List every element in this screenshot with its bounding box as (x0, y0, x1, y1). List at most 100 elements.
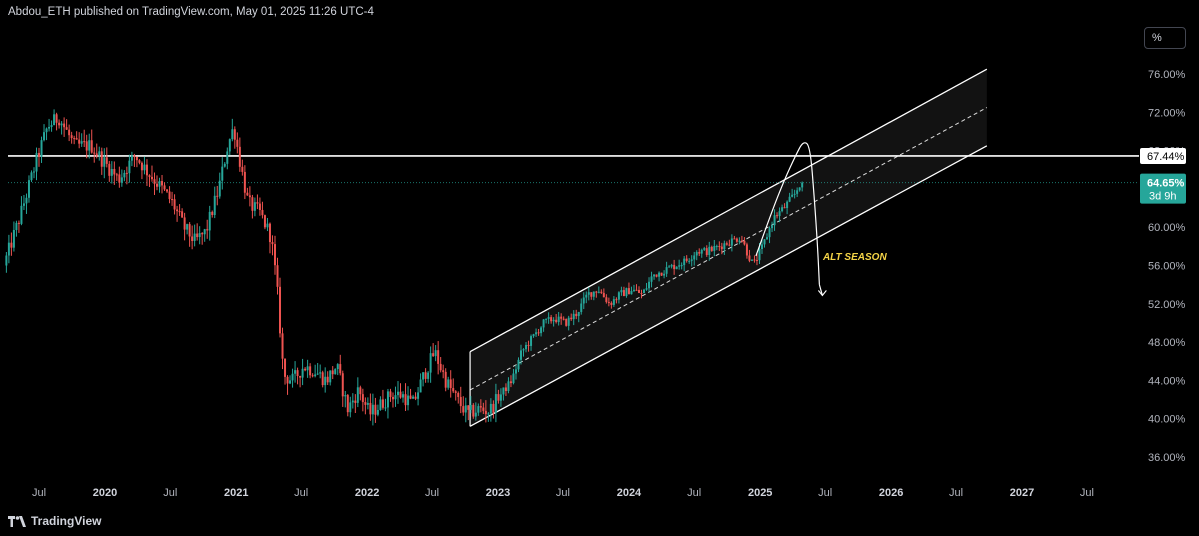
candle-body (48, 126, 51, 129)
candle-body (640, 292, 643, 294)
candle-body (30, 172, 33, 181)
candle-body (482, 407, 485, 411)
candle-body (366, 402, 369, 405)
annotation-text[interactable]: ALT SEASON (822, 252, 887, 263)
candle-body (655, 274, 658, 277)
candle-body (725, 243, 728, 245)
candle-body (346, 395, 349, 413)
candle-body (35, 152, 38, 172)
candle-body (93, 152, 96, 154)
candle-body (743, 240, 746, 245)
price-axis[interactable]: 76.00%72.00%68.00%64.00%60.00%56.00%52.0… (1148, 69, 1186, 464)
chart-canvas[interactable]: ALT SEASON 76.00%72.00%68.00%64.00%60.00… (0, 0, 1199, 536)
candle-body (379, 399, 382, 410)
channel-upper-line[interactable] (469, 68, 988, 353)
candle-body (73, 138, 76, 140)
candle-body (776, 215, 779, 217)
candle-body (191, 236, 194, 241)
candle-body (745, 244, 748, 256)
candle-body (120, 177, 123, 183)
candle-body (740, 240, 743, 242)
candle-body (336, 364, 339, 370)
annotations-layer: ALT SEASON (822, 252, 887, 263)
x-tick-label: Jul (687, 487, 701, 499)
candle-body (148, 175, 151, 177)
candle-body (562, 318, 565, 320)
y-tick-label: 40.00% (1148, 414, 1186, 426)
candle-body (557, 316, 560, 323)
candle-body (150, 176, 153, 180)
candle-body (384, 407, 387, 409)
scale-mode-button[interactable]: % (1144, 27, 1186, 49)
candle-body (351, 400, 354, 403)
candle-body (615, 299, 618, 301)
candle-body (760, 244, 763, 250)
candle-body (715, 246, 718, 248)
candle-body (110, 168, 113, 176)
candle-body (173, 199, 176, 210)
candle-body (25, 197, 28, 204)
candle-body (371, 404, 374, 415)
candle-body (253, 202, 256, 211)
candle-body (399, 391, 402, 398)
candle-body (161, 181, 164, 186)
x-tick-label: Jul (425, 487, 439, 499)
candle-body (181, 211, 184, 218)
candle-body (680, 265, 683, 267)
candle-body (55, 114, 58, 123)
candle-body (773, 215, 776, 226)
candle-body (45, 128, 48, 133)
x-tick-label: Jul (163, 487, 177, 499)
candle-body (688, 260, 691, 262)
candle-body (369, 402, 372, 415)
candle-body (402, 394, 405, 398)
candle-body (83, 141, 86, 143)
x-tick-label: 2024 (617, 487, 642, 499)
candle-body (261, 209, 264, 216)
candle-body (763, 239, 766, 245)
candle-body (540, 327, 543, 334)
candle-body (637, 289, 640, 293)
candle-body (276, 265, 279, 287)
candle-body (70, 135, 73, 139)
candle-body (560, 316, 563, 319)
candle-body (10, 242, 13, 248)
x-tick-label: 2023 (486, 487, 510, 499)
candle-body (341, 373, 344, 397)
candle-body (281, 333, 284, 359)
channel-median-line[interactable] (469, 107, 988, 391)
y-tick-label: 48.00% (1148, 337, 1186, 349)
parallel-channel (469, 68, 988, 427)
channel-fill (470, 69, 987, 427)
candle-body (602, 292, 605, 298)
time-axis[interactable]: Jul 2020 Jul 2021 Jul 2022 Jul 2023 Jul 2024 Jul 20… (32, 487, 1094, 499)
candle-body (193, 233, 196, 241)
candle-body (439, 363, 442, 371)
candle-body (477, 406, 480, 413)
candle-body (648, 281, 651, 289)
candle-body (449, 379, 452, 389)
candle-body (409, 395, 412, 399)
candle-body (585, 294, 588, 298)
candle-body (801, 182, 804, 188)
candle-body (301, 368, 304, 378)
candle-body (158, 181, 161, 187)
candle-body (452, 388, 455, 392)
candle-body (705, 248, 708, 255)
candle-body (203, 229, 206, 235)
candle-body (750, 259, 753, 261)
channel-lower-line[interactable] (469, 145, 988, 427)
candle-body (43, 132, 46, 141)
candle-body (176, 209, 179, 212)
candle-body (266, 223, 269, 228)
candle-body (316, 373, 319, 375)
tradingview-brand[interactable]: TradingView (8, 513, 101, 529)
candle-body (17, 222, 20, 224)
candle-body (532, 334, 535, 337)
candle-body (228, 139, 231, 152)
candle-body (133, 155, 136, 157)
candle-body (256, 202, 259, 204)
candle-body (376, 409, 379, 415)
candle-body (670, 264, 673, 267)
candle-body (251, 197, 254, 211)
